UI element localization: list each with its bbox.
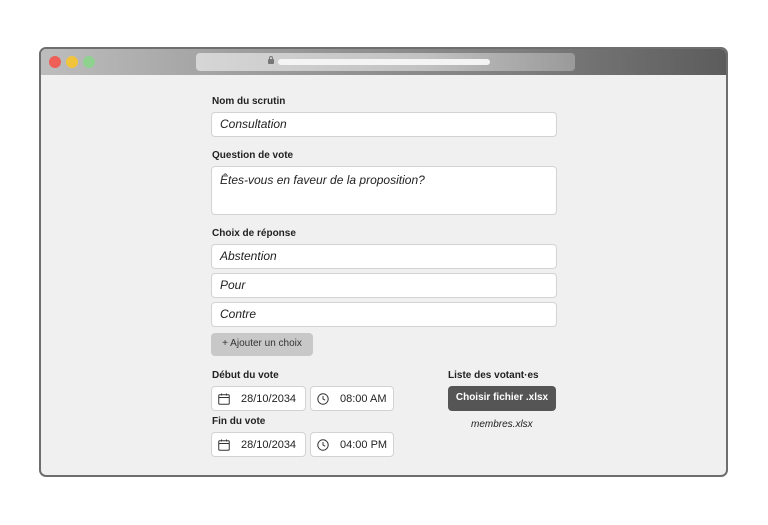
- voters-label: Liste des votant·es: [448, 370, 539, 381]
- end-time-value: 04:00 PM: [340, 439, 388, 451]
- address-bar[interactable]: [196, 53, 575, 71]
- maximize-window-button[interactable]: [83, 56, 95, 68]
- calendar-icon: [218, 439, 230, 451]
- end-label: Fin du vote: [212, 416, 266, 427]
- start-date-value: 28/10/2034: [241, 393, 297, 405]
- choose-file-button[interactable]: Choisir fichier .xlsx: [448, 386, 556, 411]
- title-bar: [41, 49, 726, 75]
- end-time-picker[interactable]: 04:00 PM: [310, 432, 394, 457]
- choice-input[interactable]: Contre: [211, 302, 557, 327]
- start-label: Début du vote: [212, 370, 279, 381]
- question-textarea[interactable]: Êtes-vous en faveur de la proposition?: [211, 166, 557, 215]
- close-window-button[interactable]: [49, 56, 61, 68]
- minimize-window-button[interactable]: [66, 56, 78, 68]
- url-placeholder: [278, 59, 490, 65]
- choice-input[interactable]: Abstention: [211, 244, 557, 269]
- choices-label: Choix de réponse: [212, 228, 296, 239]
- choice-input[interactable]: Pour: [211, 273, 557, 298]
- name-input[interactable]: Consultation: [211, 112, 557, 137]
- start-date-picker[interactable]: 28/10/2034: [211, 386, 306, 411]
- end-date-value: 28/10/2034: [241, 439, 297, 451]
- selected-file-name: membres.xlsx: [471, 419, 533, 430]
- lock-icon: [268, 56, 274, 64]
- add-choice-button[interactable]: + Ajouter un choix: [211, 333, 313, 356]
- start-time-picker[interactable]: 08:00 AM: [310, 386, 394, 411]
- question-label: Question de vote: [212, 150, 294, 161]
- name-label: Nom du scrutin: [212, 96, 286, 107]
- clock-icon: [317, 439, 329, 451]
- clock-icon: [317, 393, 329, 405]
- end-date-picker[interactable]: 28/10/2034: [211, 432, 306, 457]
- calendar-icon: [218, 393, 230, 405]
- start-time-value: 08:00 AM: [340, 393, 387, 405]
